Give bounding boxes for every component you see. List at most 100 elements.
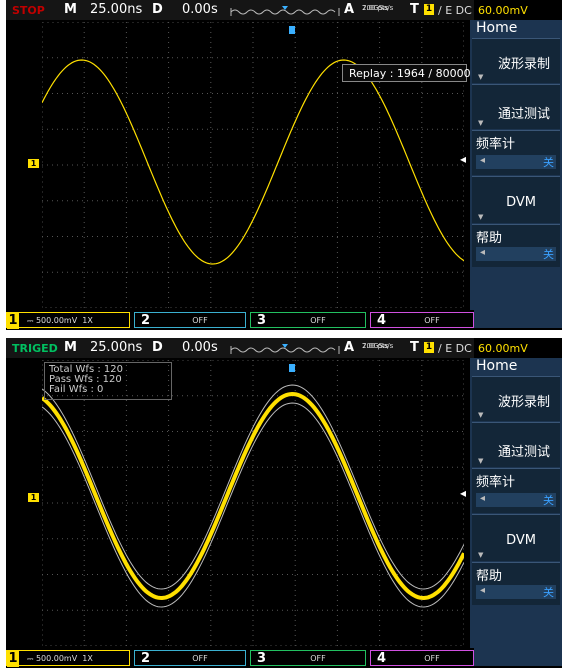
scope-screen-pass-fail: TRIGED M 25.00ns D 0.00s A 700 pts 2.0GSa… — [6, 338, 562, 668]
fail-waveforms: Fail Wfs : 0 — [49, 384, 104, 395]
channel-state: OFF — [192, 316, 208, 325]
channel1-button[interactable]: 1 ⎓ 500.00mV 1X — [6, 312, 130, 329]
channel-state: OFF — [310, 316, 326, 325]
waveform-grid — [42, 360, 464, 646]
channel-number: 2 — [141, 651, 151, 666]
timebase-label: M — [64, 340, 77, 355]
side-menu: Home 波形录制 ▼ 通过测试 ▼ 频率计 ◂ 关 DVM ▼ 帮助 ◂ 关 — [470, 20, 562, 328]
left-arrow-icon: ◂ — [480, 585, 486, 596]
acquisition-status: TRIGED — [12, 342, 58, 355]
trigger-level-arrow-icon[interactable]: ◂ — [460, 152, 466, 166]
channel-bar: 1 ⎓ 500.00mV 1X 2 OFF 3 OFF 4 OFF — [6, 310, 474, 330]
menu-item-label: DVM — [506, 195, 536, 210]
sample-rate-value: 2.0GSa/s — [362, 4, 394, 12]
trigger-position-marker — [289, 364, 295, 372]
menu-item-label: DVM — [506, 533, 536, 548]
channel-number: 1 — [7, 313, 19, 329]
channel-state: OFF — [424, 654, 440, 663]
menu-dvm[interactable]: DVM ▼ — [472, 176, 560, 223]
channel4-button[interactable]: 4 OFF — [370, 312, 474, 328]
menu-waveform-record[interactable]: 波形录制 ▼ — [472, 38, 560, 83]
counter-toggle[interactable]: ◂ 关 — [476, 155, 556, 169]
trigger-level[interactable]: 60.00mV — [478, 4, 528, 17]
trigger-label: T — [410, 340, 419, 355]
menu-help[interactable]: 帮助 ◂ 关 — [472, 562, 560, 605]
top-status-bar: TRIGED M 25.00ns D 0.00s A 700 pts 2.0GSa… — [6, 338, 474, 358]
trigger-source-badge: 1 — [424, 4, 434, 15]
trigger-level-arrow-icon[interactable]: ◂ — [460, 486, 466, 500]
graticule — [42, 360, 464, 646]
menu-help[interactable]: 帮助 ◂ 关 — [472, 224, 560, 267]
left-arrow-icon: ◂ — [480, 155, 486, 166]
menu-pass-fail-test[interactable]: 通过测试 ▼ — [472, 84, 560, 129]
channel-scale-value: 500.00mV — [35, 316, 78, 325]
channel4-button[interactable]: 4 OFF — [370, 650, 474, 666]
channel1-button[interactable]: 1 ⎓ 500.00mV 1X — [6, 650, 130, 667]
counter-state: 关 — [543, 494, 554, 507]
channel2-button[interactable]: 2 OFF — [134, 312, 246, 328]
delay-value[interactable]: 0.00s — [182, 2, 218, 17]
probe-ratio: 1X — [82, 654, 93, 663]
channel-state: OFF — [424, 316, 440, 325]
channel-number: 3 — [257, 651, 267, 666]
help-toggle[interactable]: ◂ 关 — [476, 585, 556, 599]
submenu-triangle-icon: ▼ — [478, 457, 484, 465]
channel-number: 3 — [257, 313, 267, 328]
menu-item-label: 频率计 — [476, 475, 516, 490]
timebase-label: M — [64, 2, 77, 17]
menu-title: Home — [476, 20, 518, 36]
timebase-value[interactable]: 25.00ns — [90, 340, 142, 355]
delay-value[interactable]: 0.00s — [182, 340, 218, 355]
left-arrow-icon: ◂ — [480, 247, 486, 258]
left-arrow-icon: ◂ — [480, 493, 486, 504]
channel2-button[interactable]: 2 OFF — [134, 650, 246, 666]
sample-rate-value: 2.0GSa/s — [362, 342, 394, 350]
channel3-button[interactable]: 3 OFF — [250, 312, 366, 328]
submenu-triangle-icon: ▼ — [478, 213, 484, 221]
pass-fail-stats: Total Wfs : 120 Pass Wfs : 120 Fail Wfs … — [44, 362, 172, 400]
trigger-level[interactable]: 60.00mV — [478, 342, 528, 355]
channel-scale-value: 500.00mV — [35, 654, 78, 663]
trigger-source-badge: 1 — [424, 342, 434, 353]
menu-pass-fail-test[interactable]: 通过测试 ▼ — [472, 422, 560, 467]
menu-item-label: 帮助 — [476, 231, 503, 246]
channel-scale: ⎓ 500.00mV 1X — [27, 654, 93, 663]
help-state: 关 — [543, 248, 554, 261]
menu-frequency-counter[interactable]: 频率计 ◂ 关 — [472, 468, 560, 513]
menu-item-label: 波形录制 — [497, 395, 550, 410]
acq-mode-label: A — [344, 2, 355, 17]
counter-toggle[interactable]: ◂ 关 — [476, 493, 556, 507]
help-state: 关 — [543, 586, 554, 599]
trigger-label: T — [410, 2, 419, 17]
channel1-offset-marker[interactable]: 1 — [28, 493, 39, 502]
menu-item-label: 通过测试 — [497, 107, 550, 122]
channel-bar: 1 ⎓ 500.00mV 1X 2 OFF 3 OFF 4 OFF — [6, 648, 474, 668]
menu-item-label: 通过测试 — [497, 445, 550, 460]
page-margin — [562, 0, 574, 672]
probe-ratio: 1X — [82, 316, 93, 325]
menu-item-label: 频率计 — [476, 137, 516, 152]
counter-state: 关 — [543, 156, 554, 169]
channel3-button[interactable]: 3 OFF — [250, 650, 366, 666]
memory-overview-icon — [230, 344, 340, 354]
channel-state: OFF — [310, 654, 326, 663]
submenu-triangle-icon: ▼ — [478, 411, 484, 419]
submenu-triangle-icon: ▼ — [478, 73, 484, 81]
channel-state: OFF — [192, 654, 208, 663]
timebase-value[interactable]: 25.00ns — [90, 2, 142, 17]
menu-dvm[interactable]: DVM ▼ — [472, 514, 560, 561]
channel1-offset-marker[interactable]: 1 — [28, 159, 39, 168]
submenu-triangle-icon: ▼ — [478, 551, 484, 559]
channel-number: 1 — [7, 651, 19, 667]
menu-frequency-counter[interactable]: 频率计 ◂ 关 — [472, 130, 560, 175]
delay-label: D — [152, 340, 163, 355]
channel-number: 4 — [377, 651, 387, 666]
channel-scale: ⎓ 500.00mV 1X — [27, 316, 93, 325]
channel-number: 2 — [141, 313, 151, 328]
menu-item-label: 波形录制 — [497, 57, 550, 72]
acquisition-status: STOP — [12, 4, 45, 17]
memory-overview-icon — [230, 6, 340, 16]
help-toggle[interactable]: ◂ 关 — [476, 247, 556, 261]
side-menu: Home 波形录制 ▼ 通过测试 ▼ 频率计 ◂ 关 DVM ▼ 帮助 ◂ 关 — [470, 358, 562, 666]
menu-waveform-record[interactable]: 波形录制 ▼ — [472, 376, 560, 421]
